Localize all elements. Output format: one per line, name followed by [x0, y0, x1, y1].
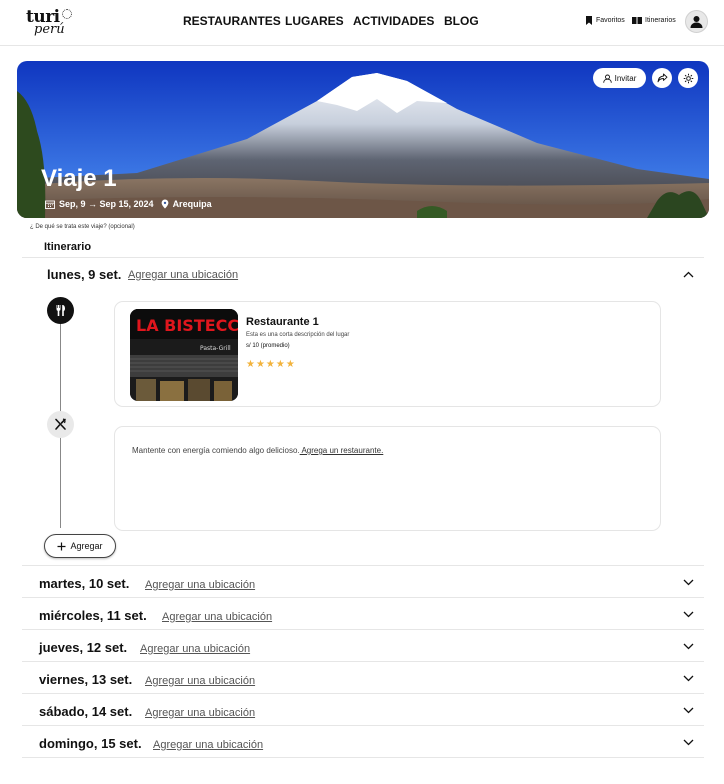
- divider: [22, 257, 704, 258]
- day-row-sabado[interactable]: sábado, 14 set. Agregar una ubicación: [22, 696, 704, 728]
- user-outline-icon: [602, 74, 612, 83]
- trip-description-prompt[interactable]: ¿ De qué se trata este viaje? (opcional): [30, 224, 135, 230]
- calendar-icon: [45, 200, 55, 209]
- itineraries-label: Itinerarios: [645, 16, 676, 24]
- favorites-label: Favoritos: [596, 17, 625, 24]
- chevron-down-icon[interactable]: [683, 739, 694, 746]
- day-label: domingo, 15 set.: [39, 736, 142, 751]
- top-navbar: turi perú RESTAURANTES LUGARES ACTIVIDAD…: [0, 0, 724, 46]
- day-row-domingo[interactable]: domingo, 15 set. Agregar una ubicación: [22, 728, 704, 760]
- nav-restaurantes[interactable]: RESTAURANTES: [183, 14, 281, 28]
- location-pin-icon: [161, 199, 168, 209]
- day-row-miercoles[interactable]: miércoles, 11 set. Agregar una ubicación: [22, 600, 704, 632]
- day-row-martes[interactable]: martes, 10 set. Agregar una ubicación: [22, 568, 704, 600]
- day-label: sábado, 14 set.: [39, 704, 133, 719]
- meal-suggestion-card: Mantente con energía comiendo algo delic…: [114, 426, 661, 531]
- restaurant-card[interactable]: LA BISTECCA Pasta-Grill Restaurante 1 Es…: [114, 301, 661, 407]
- itineraries-link[interactable]: Itinerarios: [632, 16, 676, 24]
- restaurant-price: s/ 10 (promedio): [246, 343, 290, 349]
- trip-meta: Sep, 9 → Sep 15, 2024 Arequipa: [45, 199, 212, 209]
- day-label: jueves, 12 set.: [39, 640, 128, 655]
- add-location-link[interactable]: Agregar una ubicación: [140, 643, 250, 655]
- divider: [22, 757, 704, 758]
- restaurant-sign-image: LA BISTECCA Pasta-Grill: [130, 309, 238, 401]
- day-row-lunes[interactable]: lunes, 9 set. Agregar una ubicación: [22, 260, 704, 292]
- add-button[interactable]: Agregar: [44, 534, 116, 558]
- day-label: lunes, 9 set.: [47, 267, 122, 282]
- restaurant-name[interactable]: Restaurante 1: [246, 316, 319, 328]
- divider: [22, 565, 704, 566]
- plus-icon: [57, 542, 66, 550]
- itinerary-heading: Itinerario: [44, 241, 92, 253]
- share-icon: [657, 73, 667, 83]
- restaurant-marker: [47, 297, 74, 324]
- add-location-link[interactable]: Agregar una ubicación: [162, 611, 272, 623]
- nav-lugares[interactable]: LUGARES: [285, 14, 344, 28]
- book-icon: [632, 17, 642, 24]
- divider: [22, 629, 704, 630]
- add-location-link[interactable]: Agregar una ubicación: [153, 739, 263, 751]
- add-button-label: Agregar: [70, 541, 103, 551]
- rating-stars: ★★★★★: [246, 359, 296, 370]
- day-row-jueves[interactable]: jueves, 12 set. Agregar una ubicación: [22, 632, 704, 664]
- add-location-link[interactable]: Agregar una ubicación: [145, 675, 255, 687]
- day-label: miércoles, 11 set.: [39, 608, 147, 623]
- logo-text-bottom: perú: [34, 22, 65, 37]
- day-label: viernes, 13 set.: [39, 672, 133, 687]
- divider: [22, 725, 704, 726]
- divider: [22, 597, 704, 598]
- user-avatar[interactable]: [685, 10, 708, 33]
- chevron-down-icon[interactable]: [683, 643, 694, 650]
- utensils-crossed-icon: [55, 418, 66, 430]
- trip-title[interactable]: Viaje 1: [41, 165, 117, 193]
- divider: [22, 693, 704, 694]
- add-location-link[interactable]: Agregar una ubicación: [145, 579, 255, 591]
- restaurant-description: Esta es una corta descripción del lugar: [246, 332, 350, 338]
- restaurant-photo[interactable]: LA BISTECCA Pasta-Grill: [130, 309, 238, 401]
- day-label: martes, 10 set.: [39, 576, 130, 591]
- settings-button[interactable]: [678, 68, 698, 88]
- user-icon: [690, 16, 703, 28]
- sign-subtext: Pasta-Grill: [200, 345, 231, 352]
- gear-icon: [683, 73, 693, 83]
- day-row-viernes[interactable]: viernes, 13 set. Agregar una ubicación: [22, 664, 704, 696]
- chevron-down-icon[interactable]: [683, 579, 694, 586]
- chevron-down-icon[interactable]: [683, 675, 694, 682]
- divider: [22, 661, 704, 662]
- favorites-link[interactable]: Favoritos: [585, 16, 625, 25]
- bookmark-icon: [586, 16, 592, 25]
- add-restaurant-link[interactable]: Agrega un restaurante.: [300, 446, 383, 455]
- nav-blog[interactable]: BLOG: [444, 14, 479, 28]
- chevron-down-icon[interactable]: [683, 707, 694, 714]
- add-location-link[interactable]: Agregar una ubicación: [128, 269, 238, 281]
- invite-button[interactable]: Invitar: [593, 68, 646, 88]
- fork-knife-icon: [56, 305, 65, 316]
- logo-badge-icon: [62, 9, 72, 19]
- chevron-up-icon[interactable]: [683, 271, 694, 278]
- turi-peru-logo[interactable]: turi perú: [26, 7, 72, 39]
- sign-text: LA BISTECCA: [136, 316, 238, 335]
- suggestion-text: Mantente con energía comiendo algo delic…: [132, 446, 383, 455]
- trip-dates[interactable]: Sep, 9 → Sep 15, 2024: [59, 199, 154, 209]
- add-location-link[interactable]: Agregar una ubicación: [145, 707, 255, 719]
- nav-actividades[interactable]: ACTIVIDADES: [353, 14, 434, 28]
- trip-location[interactable]: Arequipa: [173, 199, 212, 209]
- invite-label: Invitar: [614, 73, 637, 83]
- trip-hero-banner: Invitar Viaje 1 Sep, 9 → Sep 15, 2024 Ar…: [17, 61, 709, 218]
- suggestion-message: Mantente con energía comiendo algo delic…: [132, 446, 300, 455]
- empty-meal-marker: [47, 411, 74, 438]
- share-button[interactable]: [652, 68, 672, 88]
- chevron-down-icon[interactable]: [683, 611, 694, 618]
